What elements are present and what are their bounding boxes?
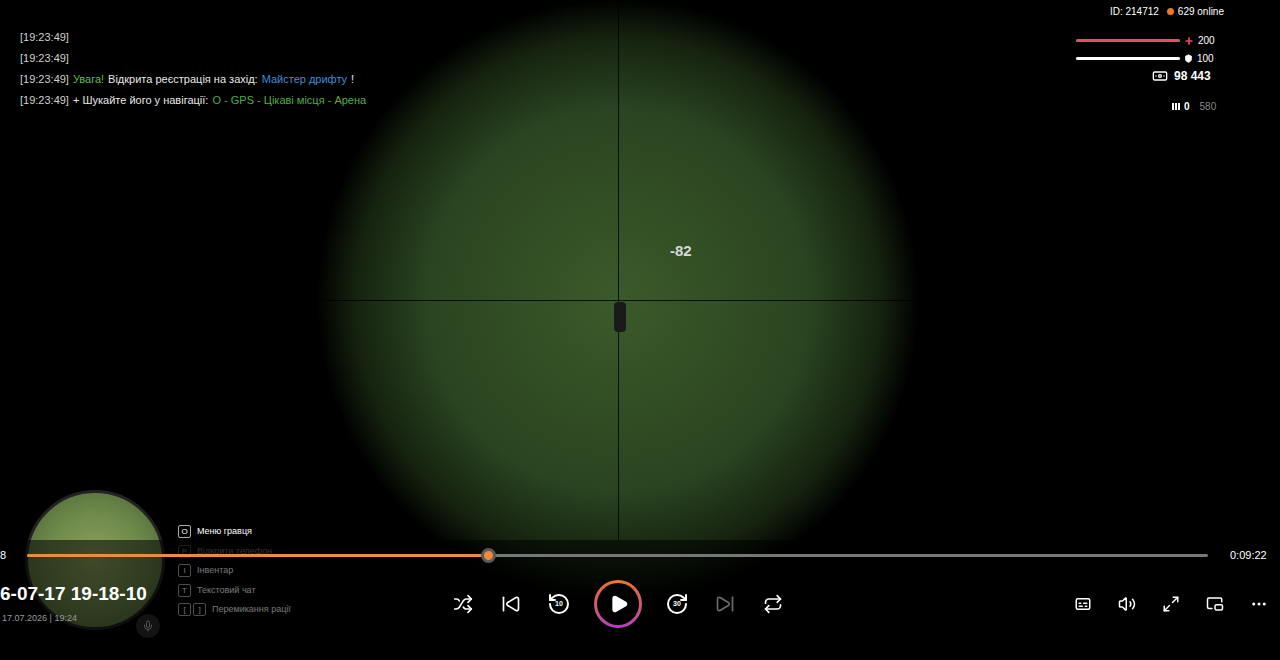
volume-icon <box>1118 595 1136 613</box>
elapsed-time: 8 <box>0 547 20 564</box>
previous-icon <box>501 594 521 614</box>
online-dot-icon <box>1167 8 1174 15</box>
duration: 0:09:22 <box>1230 547 1267 564</box>
seek-seconds: 30 <box>664 591 690 617</box>
play-button[interactable] <box>594 580 642 628</box>
next-icon <box>715 594 735 614</box>
armour-bar <box>1076 57 1180 60</box>
subtitles-icon <box>1074 595 1092 613</box>
seek-seconds: 10 <box>546 591 572 617</box>
health-bar <box>1076 39 1180 42</box>
money-icon <box>1152 68 1168 84</box>
ammo-total: 580 <box>1200 99 1217 114</box>
hit-marker: -82 <box>670 240 692 263</box>
ammo-icon <box>1172 103 1180 110</box>
key-cap: O <box>178 525 191 538</box>
video-player-bar: 8 0:09:22 6-07-17 19-18-10 17.07.2026 | 19:… <box>0 540 1280 660</box>
armour-value: 100 <box>1197 51 1214 66</box>
fullscreen-icon <box>1162 595 1180 613</box>
health-icon <box>1184 36 1194 46</box>
shuffle-icon <box>453 594 473 614</box>
repeat-icon <box>763 594 783 614</box>
key-hint: O Меню гравця <box>178 525 291 539</box>
key-hint-label: Меню гравця <box>197 525 252 539</box>
chat-line: [19:23:49]Увага!Відкрита реєстрація на з… <box>20 72 366 86</box>
health-value: 200 <box>1198 33 1215 48</box>
shuffle-button[interactable] <box>450 591 476 617</box>
crosshair-vertical <box>618 0 619 540</box>
pip-button[interactable] <box>1204 593 1226 615</box>
chat-line: [19:23:49] <box>20 51 366 65</box>
progress-bar[interactable] <box>27 554 1208 557</box>
target-figure <box>614 302 626 332</box>
volume-button[interactable] <box>1116 593 1138 615</box>
hud: ID: 214712 629 online 200 10098 443 0 580 <box>1076 4 1236 114</box>
forward-button[interactable]: 30 <box>664 591 690 617</box>
fullscreen-button[interactable] <box>1160 593 1182 615</box>
armour-icon <box>1184 54 1193 63</box>
more-button[interactable] <box>1248 593 1270 615</box>
rewind-button[interactable]: 10 <box>546 591 572 617</box>
next-button <box>712 591 738 617</box>
video-title: 6-07-17 19-18-10 <box>0 582 450 606</box>
ammo-clip: 0 <box>1184 99 1190 114</box>
chat-line: [19:23:49]+ Шукайте його у навігації:O -… <box>20 93 366 107</box>
online-count: 629 online <box>1178 4 1224 19</box>
chat: [19:23:49] [19:23:49] [19:23:49]Увага!Відк… <box>20 30 366 107</box>
play-icon <box>609 594 629 614</box>
progress-knob[interactable] <box>481 548 496 563</box>
player-id: ID: 214712 <box>1110 4 1159 19</box>
pip-icon <box>1206 595 1224 613</box>
subtitles-button[interactable] <box>1072 593 1094 615</box>
video-date: 17.07.2026 | 19:24 <box>0 612 450 626</box>
repeat-button[interactable] <box>760 591 786 617</box>
previous-button[interactable] <box>498 591 524 617</box>
chat-line: [19:23:49] <box>20 30 366 44</box>
money: 98 443 <box>1174 67 1211 85</box>
crosshair-horizontal <box>322 300 914 301</box>
more-icon <box>1250 595 1268 613</box>
game-video-screen: -82 [19:23:49] [19:23:49] [19:23:49]Увага!В… <box>0 0 1280 660</box>
